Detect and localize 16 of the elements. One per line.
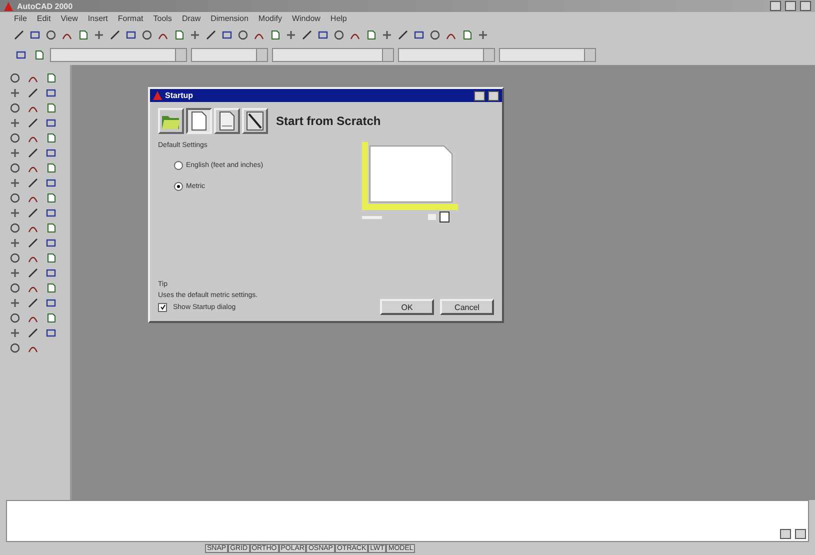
- menu-item[interactable]: Dimension: [210, 14, 248, 23]
- menu-item[interactable]: Edit: [36, 14, 51, 23]
- dialog-button[interactable]: Cancel: [440, 299, 494, 315]
- menu-item[interactable]: Tools: [153, 14, 172, 23]
- menu-item[interactable]: Insert: [88, 14, 108, 23]
- dialog-title: Startup: [165, 91, 194, 100]
- menu-item[interactable]: View: [60, 14, 78, 23]
- menu-item[interactable]: File: [14, 14, 27, 23]
- menu-item[interactable]: Help: [330, 14, 347, 23]
- section-heading: Start from Scratch: [276, 114, 381, 128]
- menu-item[interactable]: Modify: [258, 14, 282, 23]
- menu-item[interactable]: Format: [118, 14, 144, 23]
- window-title: AutoCAD 2000: [17, 2, 74, 10]
- menu-item[interactable]: Draw: [182, 14, 201, 23]
- menu-item[interactable]: Window: [292, 14, 320, 23]
- dialog-button[interactable]: OK: [380, 299, 434, 315]
